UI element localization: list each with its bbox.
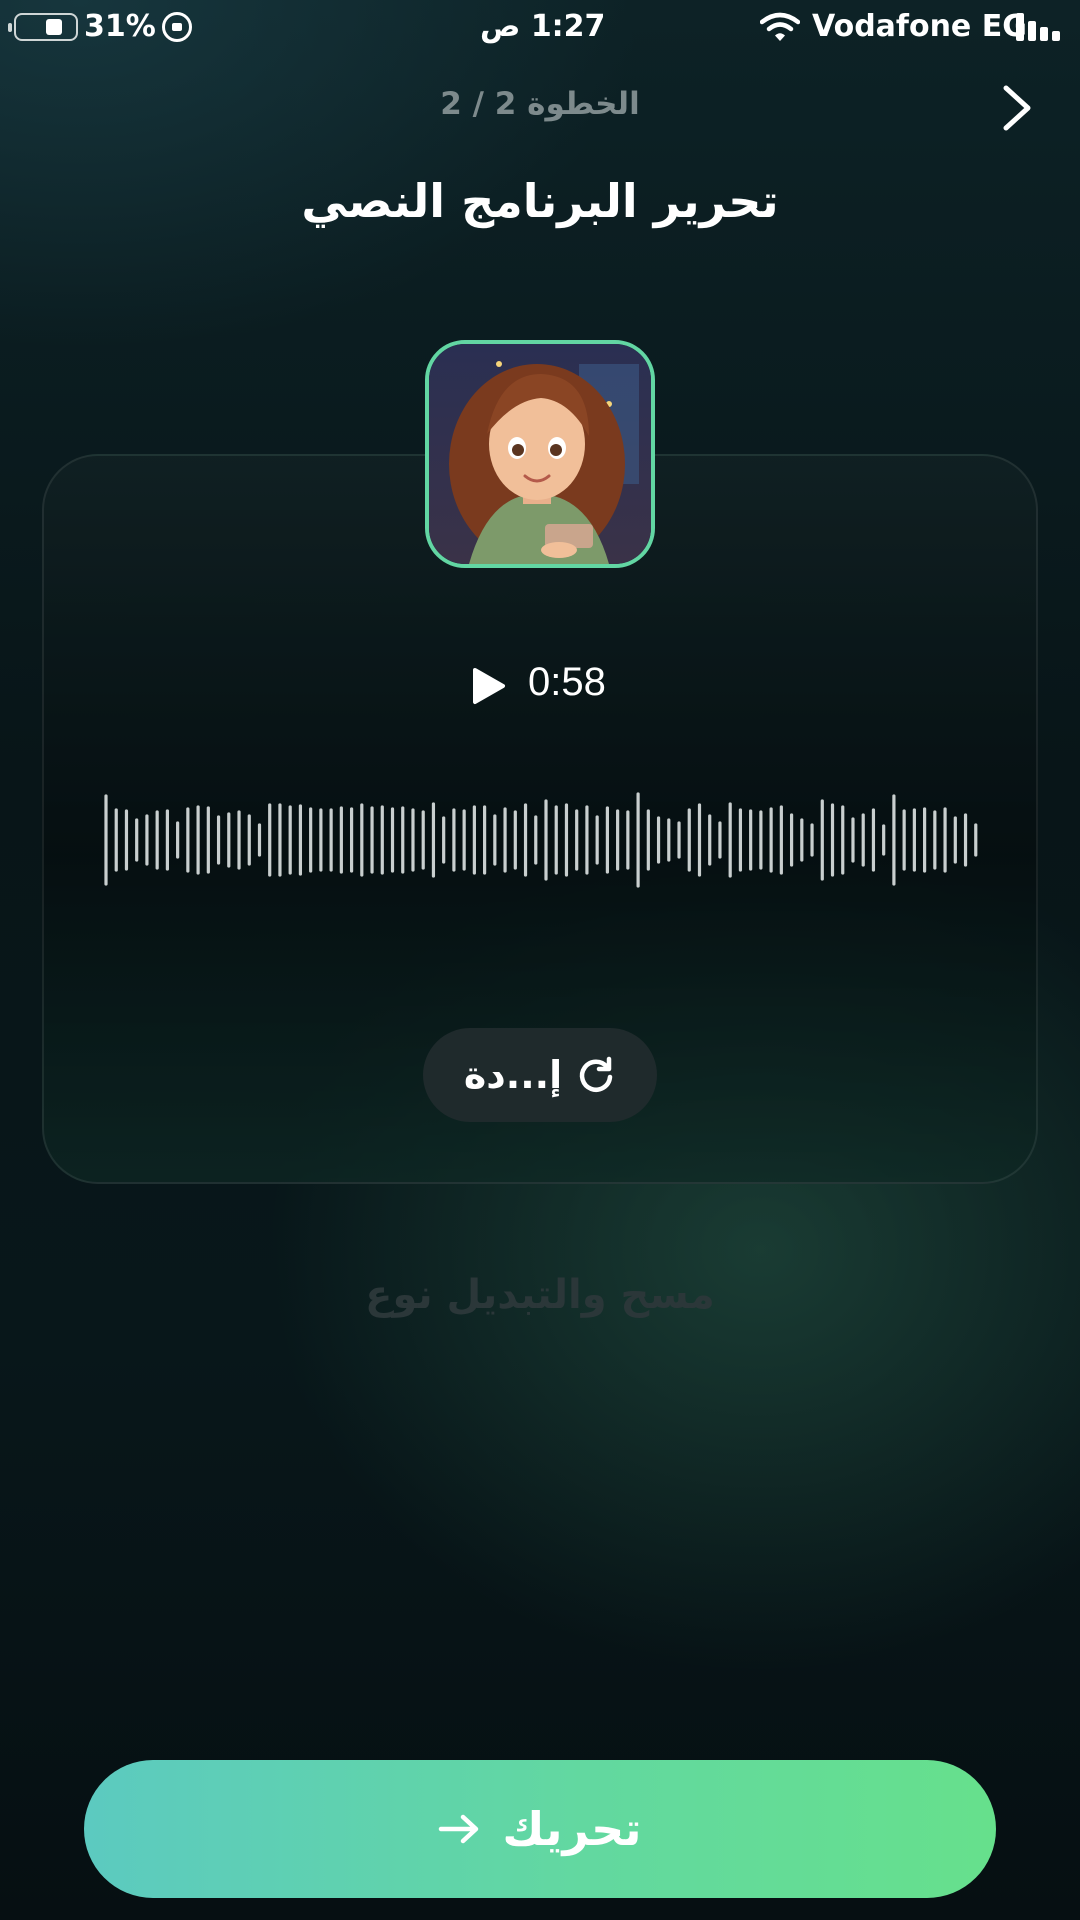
arrow-right-icon <box>439 1814 479 1844</box>
signal-icon <box>1016 13 1066 41</box>
animate-button-label: تحريك <box>502 1802 642 1856</box>
regenerate-label: إ...دة <box>463 1053 563 1097</box>
battery-percentage: 31% <box>84 9 156 44</box>
chevron-right-icon[interactable] <box>992 82 1040 134</box>
status-bar: 31% 1:27 ص Vodafone EG <box>0 0 1080 56</box>
page-title: تحرير البرنامج النصي <box>301 174 779 228</box>
step-indicator: الخطوة 2 / 2 <box>440 86 640 122</box>
battery-icon <box>8 13 78 41</box>
animate-button[interactable]: تحريك <box>84 1760 996 1898</box>
status-time: 1:27 ص <box>480 9 606 44</box>
audio-waveform[interactable] <box>100 790 980 890</box>
carrier-name: Vodafone EG <box>812 9 1027 44</box>
audio-duration: 0:58 <box>528 660 606 704</box>
refresh-icon <box>579 1056 613 1092</box>
orientation-lock-icon <box>162 12 192 42</box>
clear-and-switch-link[interactable]: مسح والتبديل نوع <box>0 1272 1080 1318</box>
play-icon[interactable] <box>472 667 506 705</box>
regenerate-button[interactable]: إ...دة <box>423 1028 657 1122</box>
avatar <box>425 340 655 568</box>
wifi-icon <box>760 12 800 41</box>
